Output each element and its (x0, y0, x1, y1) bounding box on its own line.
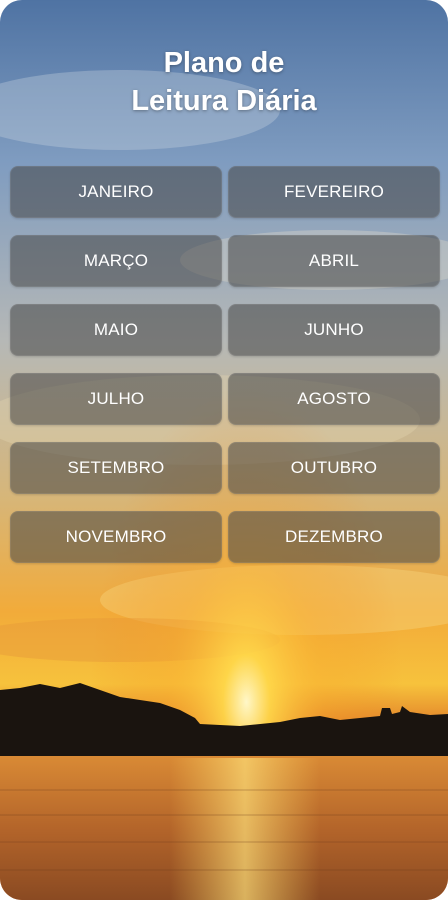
month-grid: JANEIRO FEVEREIRO MARÇO ABRIL MAIO JUNHO… (10, 166, 440, 563)
month-button-dezembro[interactable]: DEZEMBRO (228, 511, 440, 563)
title-line-2: Leitura Diária (131, 85, 317, 117)
month-button-julho[interactable]: JULHO (10, 373, 222, 425)
app-screen: Plano de Leitura Diária JANEIRO FEVEREIR… (0, 0, 448, 900)
month-button-abril[interactable]: ABRIL (228, 235, 440, 287)
month-button-marco[interactable]: MARÇO (10, 235, 222, 287)
page-title: Plano de Leitura Diária (0, 44, 448, 120)
title-line-1: Plano de (163, 47, 285, 79)
month-button-fevereiro[interactable]: FEVEREIRO (228, 166, 440, 218)
month-button-maio[interactable]: MAIO (10, 304, 222, 356)
month-button-novembro[interactable]: NOVEMBRO (10, 511, 222, 563)
month-button-agosto[interactable]: AGOSTO (228, 373, 440, 425)
month-button-setembro[interactable]: SETEMBRO (10, 442, 222, 494)
month-button-junho[interactable]: JUNHO (228, 304, 440, 356)
month-button-outubro[interactable]: OUTUBRO (228, 442, 440, 494)
month-button-janeiro[interactable]: JANEIRO (10, 166, 222, 218)
